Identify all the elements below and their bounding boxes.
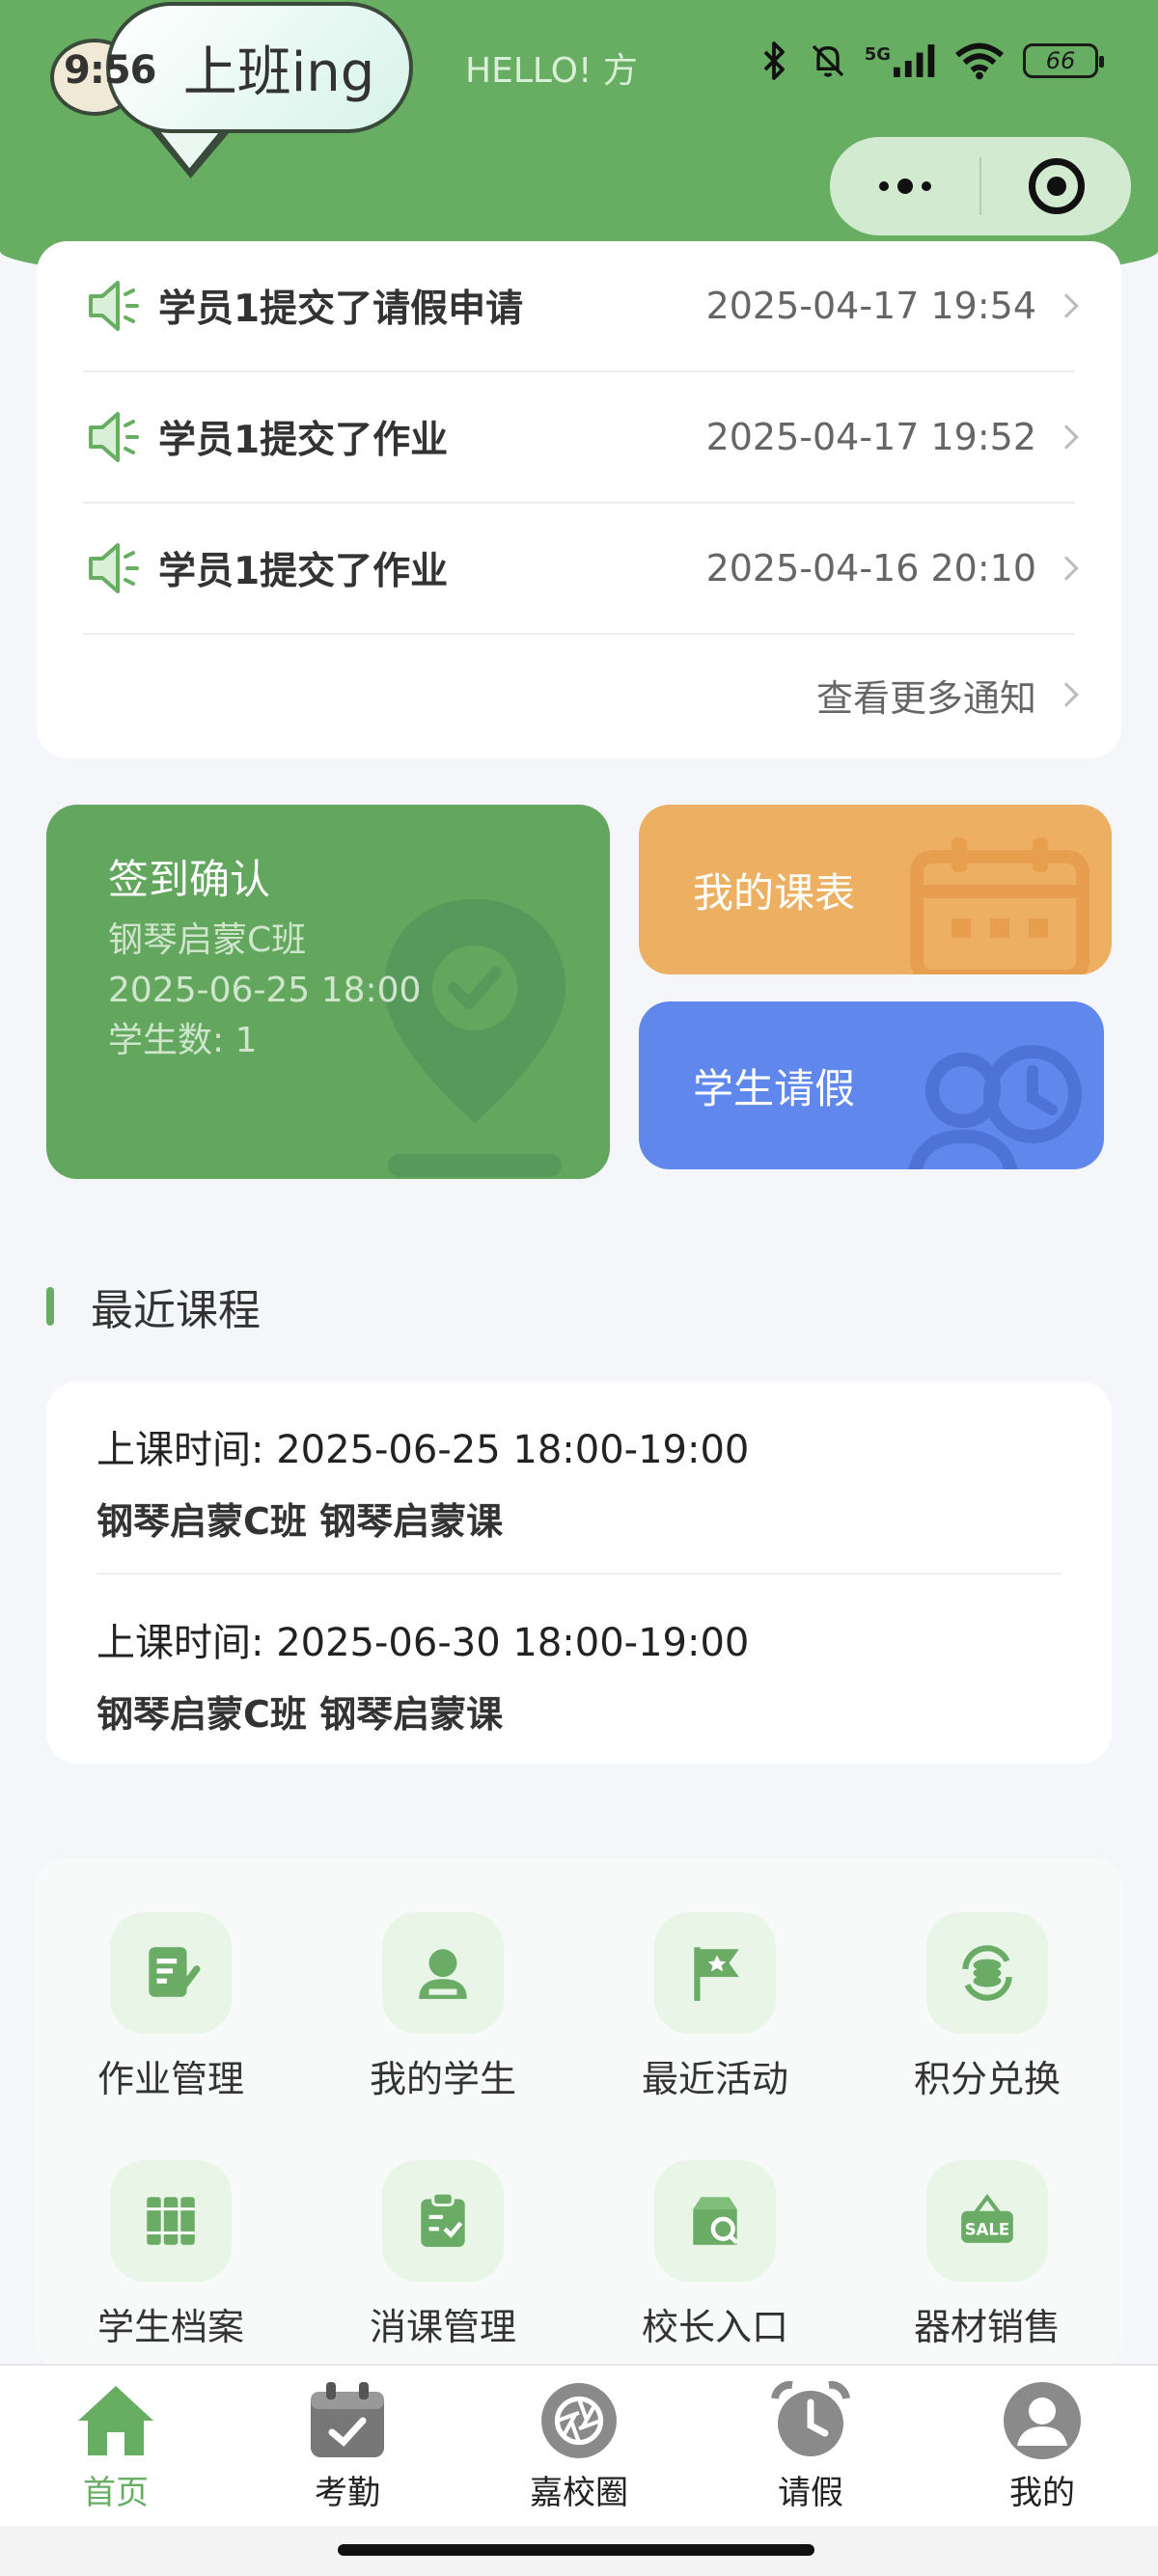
tab-label: 我的: [1009, 2474, 1075, 2512]
tab-home[interactable]: 首页: [19, 2379, 212, 2528]
chevron-right-icon: [1054, 682, 1079, 707]
notice-title: 学员1提交了请假申请: [158, 288, 524, 331]
menu-label: 器材销售: [913, 2306, 1061, 2348]
svg-text:SALE: SALE: [965, 2220, 1009, 2238]
battery-level: 66: [1045, 47, 1076, 74]
points-exchange-icon: [926, 1912, 1048, 2034]
chevron-right-icon: [1054, 556, 1079, 581]
tab-attendance[interactable]: 考勤: [251, 2379, 444, 2528]
menu-label: 作业管理: [96, 2058, 244, 2100]
menu-label: 校长入口: [641, 2306, 788, 2348]
notice-title: 学员1提交了作业: [158, 550, 449, 593]
target-icon: [1028, 158, 1085, 214]
tab-leave[interactable]: 请假: [714, 2379, 907, 2528]
notice-time: 2025-04-17 19:52: [705, 416, 1036, 458]
mute-bell-icon: [812, 44, 843, 77]
menu-class-consumption[interactable]: 消课管理: [307, 2160, 579, 2350]
more-notices-link[interactable]: 查看更多通知: [83, 635, 1079, 754]
tab-label: 首页: [83, 2474, 149, 2512]
course-item[interactable]: 上课时间: 2025-06-30 18:00-19:00 钢琴启蒙C班 钢琴启蒙…: [96, 1573, 1062, 1764]
course-time: 上课时间: 2025-06-30 18:00-19:00: [96, 1621, 750, 1665]
calendar-check-icon: [307, 2379, 388, 2462]
tab-label: 嘉校圈: [530, 2474, 628, 2512]
menu-label: 学生档案: [96, 2306, 244, 2348]
student-leave-card[interactable]: 学生请假: [639, 1001, 1104, 1169]
recent-courses-heading: 最近课程: [46, 1275, 261, 1337]
my-schedule-card[interactable]: 我的课表: [639, 805, 1112, 974]
speaker-icon: [89, 543, 139, 593]
function-menu: 作业管理 我的学生 最近活动 积分兑换 学生档案 消课管理 校长入口 SALE …: [35, 1858, 1123, 2370]
network-type-label: 5G: [864, 44, 891, 65]
course-time: 上课时间: 2025-06-25 18:00-19:00: [96, 1428, 750, 1472]
menu-label: 消课管理: [369, 2306, 516, 2348]
menu-label: 我的学生: [369, 2058, 516, 2100]
alarm-clock-icon: [769, 2379, 852, 2462]
close-mini-program-button[interactable]: [981, 158, 1131, 214]
schedule-label: 我的课表: [693, 868, 856, 917]
chevron-right-icon: [1054, 425, 1079, 450]
sale-tag-icon: SALE: [926, 2160, 1048, 2282]
section-title-text: 最近课程: [91, 1286, 261, 1335]
menu-equipment-sales[interactable]: SALE 器材销售: [851, 2160, 1123, 2350]
battery-icon: 66: [1023, 43, 1104, 78]
signin-datetime: 2025-06-25 18:00: [108, 971, 422, 1010]
menu-my-students[interactable]: 我的学生: [307, 1912, 579, 2102]
homework-edit-icon: [110, 1912, 232, 2034]
menu-points-exchange[interactable]: 积分兑换: [851, 1912, 1123, 2102]
archive-binders-icon: [110, 2160, 232, 2282]
notice-row[interactable]: 学员1提交了作业 2025-04-16 20:10: [83, 504, 1079, 635]
course-name: 钢琴启蒙C班 钢琴启蒙课: [96, 1693, 504, 1736]
person-clock-icon: [908, 1045, 1082, 1169]
chevron-right-icon: [1054, 293, 1079, 318]
wifi-icon: [955, 42, 1004, 80]
menu-principal-entry[interactable]: 校长入口: [579, 2160, 851, 2350]
signin-class: 钢琴启蒙C班: [108, 920, 307, 960]
more-menu-button[interactable]: [830, 178, 979, 194]
notice-time: 2025-04-16 20:10: [705, 547, 1036, 589]
more-notices-label: 查看更多通知: [815, 676, 1036, 720]
recent-courses-card: 上课时间: 2025-06-25 18:00-19:00 钢琴启蒙C班 钢琴启蒙…: [46, 1382, 1112, 1764]
speaker-icon: [89, 412, 139, 462]
speaker-icon: [89, 281, 139, 331]
clipboard-check-icon: [382, 2160, 504, 2282]
tab-label: 请假: [778, 2474, 843, 2512]
notice-row[interactable]: 学员1提交了请假申请 2025-04-17 19:54: [83, 241, 1079, 372]
flag-icon: [654, 1912, 776, 2034]
course-name: 钢琴启蒙C班 钢琴启蒙课: [96, 1500, 504, 1543]
notice-row[interactable]: 学员1提交了作业 2025-04-17 19:52: [83, 372, 1079, 504]
menu-label: 积分兑换: [913, 2058, 1061, 2100]
menu-student-archive[interactable]: 学生档案: [35, 2160, 307, 2350]
signin-confirm-card[interactable]: 签到确认 钢琴启蒙C班 2025-06-25 18:00 学生数: 1: [46, 805, 610, 1179]
notice-card: 学员1提交了请假申请 2025-04-17 19:54 学员1提交了作业 202…: [37, 241, 1121, 758]
student-person-icon: [382, 1912, 504, 2034]
bottom-tab-bar: 首页 考勤 嘉校圈 请假 我的: [0, 2364, 1158, 2528]
signin-title: 签到确认: [108, 856, 271, 903]
calendar-icon: [910, 837, 1089, 974]
home-indicator[interactable]: [338, 2544, 814, 2556]
course-item[interactable]: 上课时间: 2025-06-25 18:00-19:00 钢琴启蒙C班 钢琴启蒙…: [96, 1382, 1062, 1573]
menu-label: 最近活动: [641, 2058, 788, 2100]
signin-student-count: 学生数: 1: [108, 1021, 258, 1060]
mini-program-capsule: [830, 137, 1131, 235]
principal-box-icon: [654, 2160, 776, 2282]
greeting-text: HELLO! 方: [465, 51, 638, 91]
user-icon: [1002, 2379, 1083, 2462]
status-icons: 5G 66: [757, 41, 1104, 81]
notice-title: 学员1提交了作业: [158, 419, 449, 462]
signal-icon: [894, 44, 935, 77]
home-icon: [74, 2379, 157, 2462]
tab-mine[interactable]: 我的: [946, 2379, 1139, 2528]
menu-homework[interactable]: 作业管理: [35, 1912, 307, 2102]
leave-label: 学生请假: [693, 1064, 856, 1112]
bluetooth-icon: [763, 41, 785, 80]
menu-recent-activities[interactable]: 最近活动: [579, 1912, 851, 2102]
bubble-text: 上班ing: [182, 41, 375, 104]
notice-time: 2025-04-17 19:54: [705, 285, 1036, 327]
tab-label: 考勤: [315, 2474, 380, 2512]
status-time: 9:56: [64, 48, 156, 93]
aperture-icon: [539, 2379, 619, 2462]
tab-campus-circle[interactable]: 嘉校圈: [482, 2379, 676, 2528]
